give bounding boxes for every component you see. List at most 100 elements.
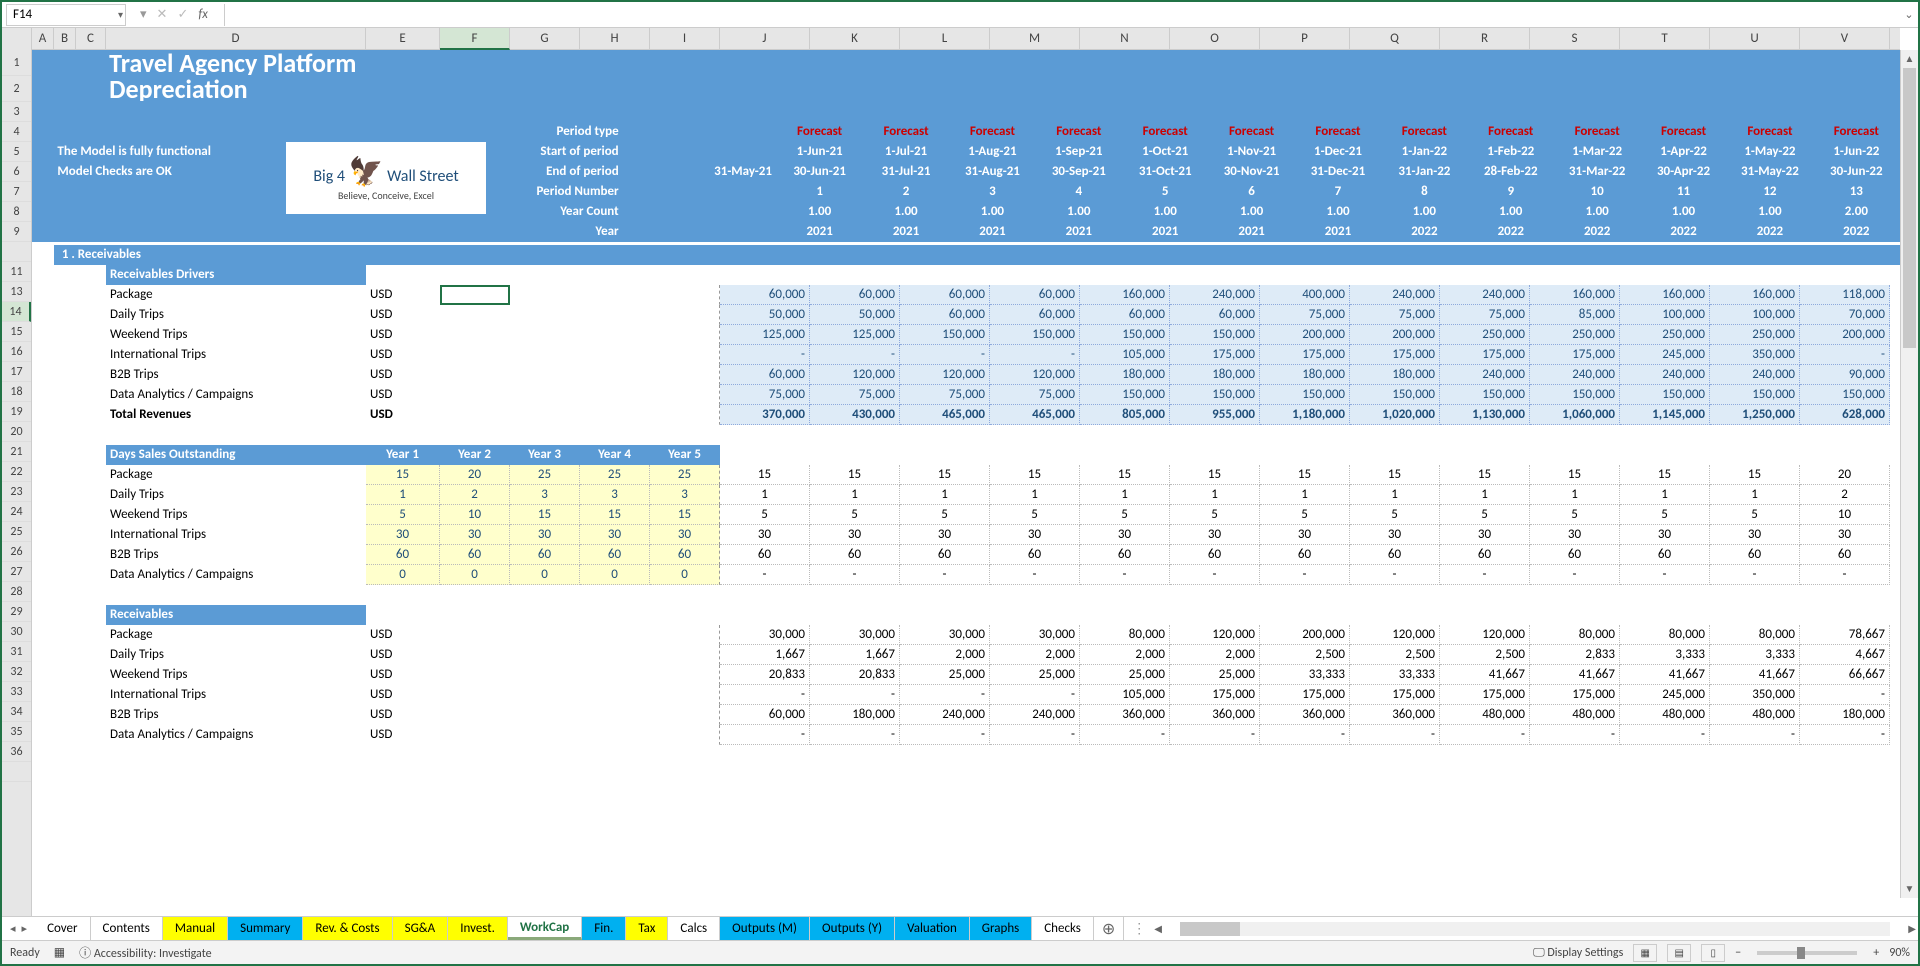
pad[interactable] [53,122,352,142]
period-num[interactable]: 8 [1382,182,1468,202]
dso-period-cell[interactable]: - [1710,565,1800,585]
row-header-34[interactable]: 34 [2,702,31,722]
pad[interactable] [510,665,580,685]
dso-year-cell[interactable]: 30 [580,525,650,545]
row-header-9[interactable]: 9 [2,222,31,242]
dso-period-cell[interactable]: 30 [810,525,900,545]
display-settings-button[interactable]: 🖵 Display Settings [1533,946,1623,960]
driver-label[interactable]: International Trips [106,345,366,365]
period-start[interactable]: 1-Oct-21 [1123,142,1209,162]
dso-period-cell[interactable]: - [810,565,900,585]
forecast-label[interactable]: Forecast [1468,122,1554,142]
year-val[interactable]: 2021 [1123,222,1209,242]
dso-period-cell[interactable]: 1 [1260,485,1350,505]
period-end[interactable]: 31-Dec-21 [1295,162,1381,182]
dso-period-cell[interactable]: - [1530,565,1620,585]
col-header-V[interactable]: V [1800,28,1890,50]
pad[interactable] [440,385,510,405]
period-end[interactable]: 31-Jul-21 [863,162,949,182]
pad[interactable] [76,265,106,285]
recv-cell[interactable]: 175,000 [1440,685,1530,705]
pad[interactable] [54,385,76,405]
recv-cell[interactable]: 175,000 [1170,685,1260,705]
row-header-22[interactable]: 22 [2,462,31,482]
pad[interactable] [440,725,510,745]
pad[interactable] [510,405,580,425]
dso-period-cell[interactable]: 30 [1530,525,1620,545]
dso-year-cell[interactable]: 30 [440,525,510,545]
year-head[interactable]: Year 4 [580,445,650,465]
row-header-27[interactable]: 27 [2,562,31,582]
sheet-tab-invest-[interactable]: Invest. [448,917,508,940]
pad[interactable] [54,685,76,705]
driver-label[interactable]: B2B Trips [106,365,366,385]
recv-cell[interactable]: 245,000 [1620,685,1710,705]
pad[interactable] [650,285,720,305]
year-val[interactable]: 2022 [1382,222,1468,242]
dso-period-cell[interactable]: 15 [1260,465,1350,485]
rev-cell[interactable]: 150,000 [1080,325,1170,345]
recv-cell[interactable]: 2,000 [900,645,990,665]
pad[interactable] [32,245,54,265]
recv-label[interactable]: Data Analytics / Campaigns [106,725,366,745]
pad[interactable] [76,285,106,305]
recv-cell[interactable]: - [900,725,990,745]
dso-period-cell[interactable]: 60 [1800,545,1890,565]
rev-cell[interactable]: 118,000 [1800,285,1890,305]
year-count[interactable]: 1.00 [777,202,863,222]
period-start[interactable]: 1-May-22 [1727,142,1813,162]
period-start[interactable]: 1-Jun-22 [1814,142,1900,162]
rev-cell[interactable]: 60,000 [720,285,810,305]
rev-cell[interactable]: 175,000 [1530,345,1620,365]
pad[interactable] [76,345,106,365]
rev-cell[interactable]: 245,000 [1620,345,1710,365]
pad[interactable] [580,725,650,745]
dso-period-cell[interactable]: 1 [990,485,1080,505]
recv-cell[interactable]: - [1710,725,1800,745]
pad[interactable] [32,162,53,182]
col-header-F[interactable]: F [440,28,510,50]
forecast-label[interactable]: Forecast [1036,122,1122,142]
recv-cell[interactable]: 78,667 [1800,625,1890,645]
pad[interactable] [32,545,54,565]
col-header-Q[interactable]: Q [1350,28,1440,50]
pad[interactable] [76,545,106,565]
row-header-gap[interactable] [2,762,31,782]
rev-cell[interactable]: 100,000 [1620,305,1710,325]
recv-cell[interactable]: - [1080,725,1170,745]
pad[interactable] [76,445,106,465]
dso-period-cell[interactable]: 30 [1440,525,1530,545]
row-header-4[interactable]: 4 [2,122,31,142]
rev-cell[interactable]: 125,000 [720,325,810,345]
year-val[interactable]: 2021 [1209,222,1295,242]
dso-period-cell[interactable]: 15 [1080,465,1170,485]
recv-cell[interactable]: 120,000 [1350,625,1440,645]
recv-cell[interactable]: 3,333 [1620,645,1710,665]
recv-cell[interactable]: 41,667 [1530,665,1620,685]
row-header-31[interactable]: 31 [2,642,31,662]
pad[interactable] [32,285,54,305]
row-header-20[interactable]: 20 [2,422,31,442]
dso-period-cell[interactable]: - [1350,565,1440,585]
forecast-label[interactable]: Forecast [1554,122,1640,142]
pad[interactable] [76,405,106,425]
pad[interactable] [54,405,76,425]
pad[interactable] [440,665,510,685]
recv-cell[interactable]: 25,000 [1080,665,1170,685]
rev-cell[interactable]: 150,000 [1800,385,1890,405]
cancel-icon[interactable]: ✕ [157,7,168,22]
pad[interactable] [650,685,720,705]
recv-cell[interactable]: 2,500 [1260,645,1350,665]
period-start[interactable]: 1-Jun-21 [777,142,863,162]
recv-cell[interactable]: 1,667 [810,645,900,665]
pad[interactable] [510,625,580,645]
dso-period-cell[interactable]: 15 [1170,465,1260,485]
pad[interactable] [650,705,720,725]
sheet-tab-sg-a[interactable]: SG&A [393,917,449,940]
dso-period-cell[interactable]: 10 [1800,505,1890,525]
total-rev-cell[interactable]: 1,060,000 [1530,405,1620,425]
dso-year-cell[interactable]: 60 [580,545,650,565]
pad[interactable] [76,525,106,545]
dso-period-cell[interactable]: 60 [1530,545,1620,565]
period-num[interactable]: 10 [1554,182,1640,202]
